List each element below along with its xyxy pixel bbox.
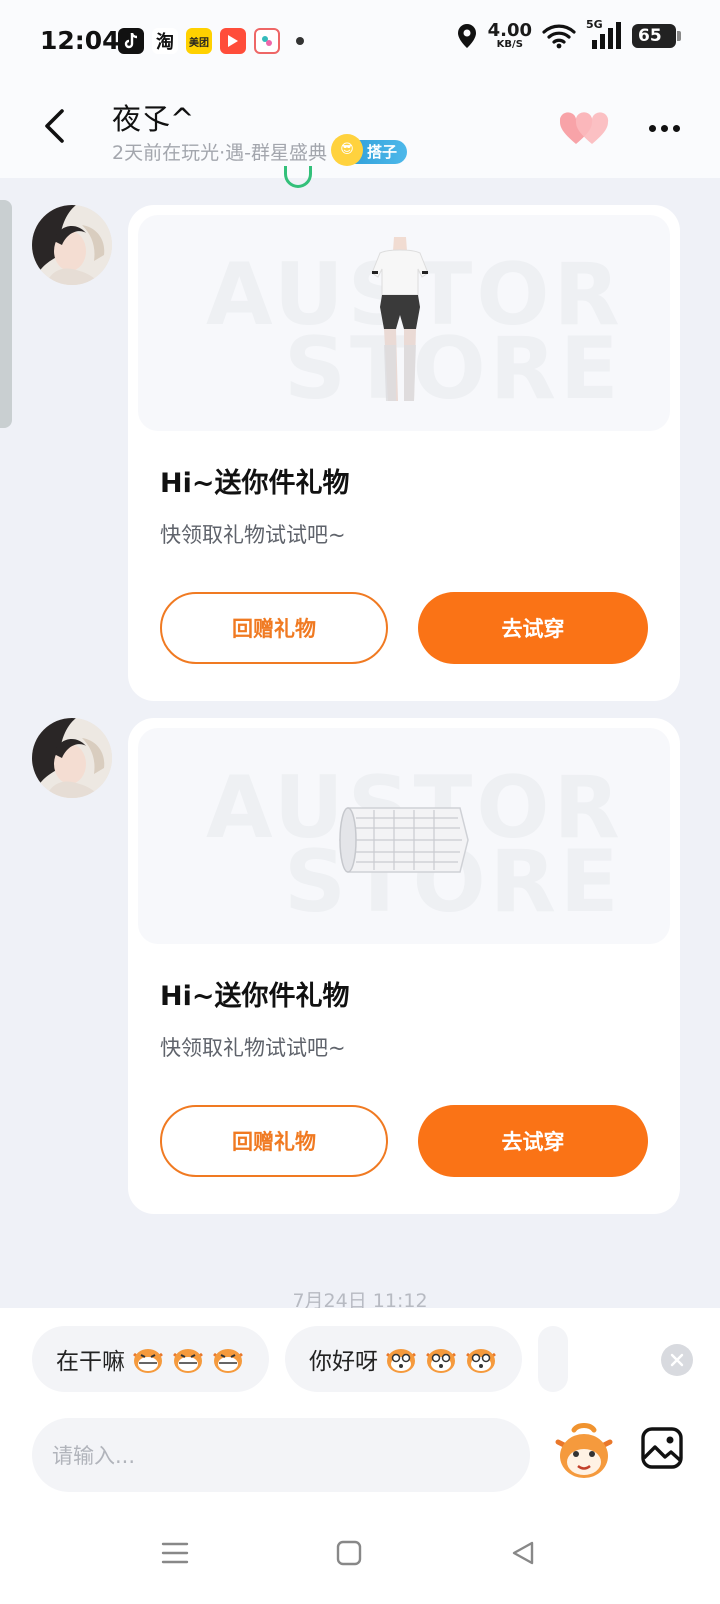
more-dot [648, 124, 656, 132]
location-icon [457, 24, 476, 48]
partner-badge: 😎 搭子 [331, 133, 408, 166]
quick-reply-text: 在干嘛 [56, 1349, 125, 1375]
quick-reply-chip[interactable] [538, 1326, 568, 1392]
gift-card-title: Hi~送你件礼物 [160, 981, 350, 1012]
return-gift-button[interactable]: 回赠礼物 [160, 1105, 388, 1177]
mascot-sticker-icon [555, 1423, 613, 1478]
sender-avatar[interactable] [32, 205, 112, 285]
scroll-item-image [339, 807, 469, 873]
send-image-button[interactable] [640, 1426, 684, 1470]
contact-status-text: 2天前在玩光·遇-群星盛典 [112, 142, 327, 164]
intimacy-heart-button[interactable] [559, 112, 610, 146]
video-app-icon [220, 28, 246, 54]
more-options-button[interactable] [644, 110, 684, 146]
laughing-mascot-icon [213, 1349, 243, 1373]
taobao-icon: 淘 [152, 28, 178, 54]
watermark-text: STORE [284, 319, 623, 419]
avatar-image [32, 718, 112, 798]
status-bar: 12:04 淘 美团 4.00 KB/S 5G 65 [0, 0, 720, 82]
home-square-icon[interactable] [334, 1538, 364, 1568]
back-button[interactable] [34, 104, 74, 148]
image-icon [641, 1427, 683, 1469]
douyin-icon [118, 28, 144, 54]
more-dot [660, 124, 668, 132]
status-indicators: 4.00 KB/S 5G 65 [456, 18, 681, 50]
gift-card[interactable]: AUSTOR STORE Hi~送你件礼物 快领取礼物试试吧~ 回赠礼物 去试穿 [128, 718, 680, 1214]
chat-header: 夜孓^ 2天前在玩光·遇-群星盛典 😎 搭子 [0, 82, 720, 178]
net-speed: 4.00 KB/S [487, 20, 532, 50]
partial-status-ring [284, 166, 312, 188]
battery-indicator: 65 [632, 24, 681, 48]
try-on-button[interactable]: 去试穿 [418, 592, 648, 664]
gift-card-subtitle: 快领取礼物试试吧~ [160, 1036, 346, 1060]
contact-name[interactable]: 夜孓^ [112, 96, 194, 138]
try-on-button[interactable]: 去试穿 [418, 1105, 648, 1177]
laughing-mascot-icon [173, 1349, 203, 1373]
system-nav-bar [0, 1500, 720, 1604]
cellular-signal-icon: 5G [586, 18, 622, 50]
avatar-image [32, 205, 112, 285]
meituan-icon: 美团 [186, 28, 212, 54]
partner-badge-label: 搭子 [367, 143, 398, 161]
gift-card-title: Hi~送你件礼物 [160, 468, 350, 499]
sunglasses-face-icon: 😎 [331, 133, 363, 166]
double-heart-icon [559, 112, 609, 144]
return-gift-button[interactable]: 回赠礼物 [160, 592, 388, 664]
emoji-sticker-button[interactable] [552, 1420, 616, 1484]
back-triangle-icon[interactable] [508, 1538, 538, 1568]
laughing-mascot-icon [133, 1349, 163, 1373]
gift-card[interactable]: AUSTOR STORE Hi~送你件礼物 快领取礼物试试吧~ 回赠礼物 去试穿 [128, 205, 680, 701]
close-quick-replies-button[interactable] [661, 1344, 693, 1376]
status-time: 12:04 [40, 26, 120, 55]
wifi-icon [542, 24, 576, 49]
status-app-icons: 淘 美团 [118, 28, 304, 54]
sender-avatar[interactable] [32, 718, 112, 798]
more-dot [672, 124, 680, 132]
contact-status: 2天前在玩光·遇-群星盛典 😎 搭子 [112, 133, 408, 166]
gift-card-subtitle: 快领取礼物试试吧~ [160, 523, 346, 547]
gallery-app-icon [254, 28, 280, 54]
quick-reply-text: 你好呀 [309, 1349, 378, 1375]
surprised-mascot-icon [426, 1349, 456, 1373]
quick-reply-chip[interactable]: 在干嘛 [32, 1326, 269, 1392]
notification-dot [296, 37, 304, 45]
chevron-left-icon [45, 109, 64, 143]
menu-icon[interactable] [160, 1538, 190, 1568]
gift-preview: AUSTOR STORE [138, 728, 670, 944]
quick-reply-row: 在干嘛 你好呀 [32, 1326, 568, 1396]
gift-preview: AUSTOR STORE [138, 215, 670, 431]
close-icon [670, 1353, 684, 1367]
edge-drawer-handle[interactable] [0, 200, 12, 428]
surprised-mascot-icon [386, 1349, 416, 1373]
outfit-item-image [371, 237, 429, 401]
message-input[interactable]: 请输入... [32, 1418, 530, 1492]
surprised-mascot-icon [466, 1349, 496, 1373]
quick-reply-chip[interactable]: 你好呀 [285, 1326, 522, 1392]
